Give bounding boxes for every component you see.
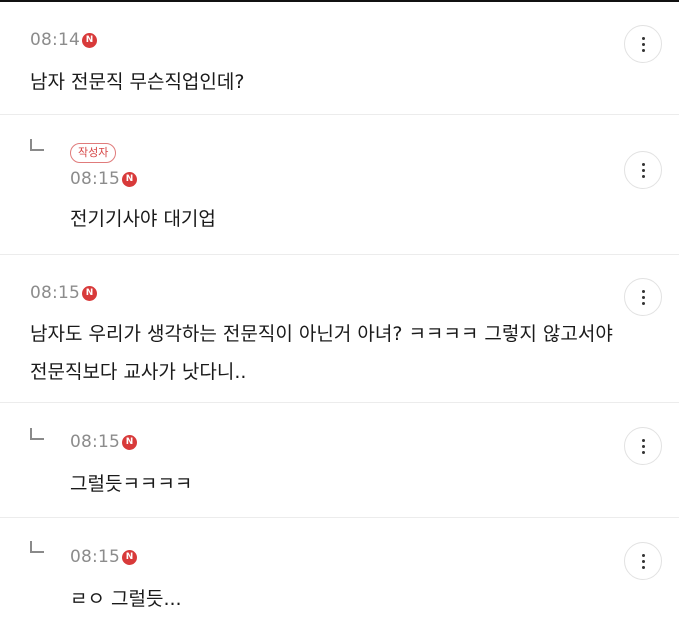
comment-timestamp: 08:14 [30, 30, 80, 50]
more-options-button[interactable] [624, 25, 662, 63]
comment-list: 08:14 N 남자 전문직 무슨직업인데? 작성자 08:15 N 전기기사야… [0, 2, 679, 618]
naver-badge-icon: N [122, 549, 137, 565]
more-dots-icon [641, 174, 645, 178]
comment-meta: 08:15 N [30, 281, 679, 305]
comment-text: 남자 전문직 무슨직업인데? [30, 71, 245, 93]
comment-meta: 08:15 N [70, 430, 679, 454]
more-dots-icon [641, 48, 645, 52]
comment-text: 그럴듯ㅋㅋㅋㅋ [70, 473, 193, 495]
naver-badge-icon: N [82, 32, 97, 48]
comment-timestamp: 08:15 [70, 169, 120, 189]
more-dots-icon [641, 438, 645, 442]
comment-text: 남자도 우리가 생각하는 전문직이 아닌거 아녀? ㅋㅋㅋㅋ 그렇지 않고서야 … [30, 323, 613, 383]
more-dots-icon [641, 553, 645, 557]
more-dots-icon [641, 36, 645, 40]
comment-meta: 08:15 N [70, 545, 679, 569]
comment-meta: 08:14 N [30, 28, 679, 52]
author-badge: 작성자 [70, 143, 117, 163]
more-dots-icon [641, 450, 645, 454]
comment-item: 08:15 N 남자도 우리가 생각하는 전문직이 아닌거 아녀? ㅋㅋㅋㅋ 그… [0, 255, 679, 403]
more-dots-icon [641, 565, 645, 569]
comment-timestamp: 08:15 [30, 283, 80, 303]
naver-badge-icon: N [82, 285, 97, 301]
more-options-button[interactable] [624, 278, 662, 316]
more-dots-icon [641, 168, 645, 172]
comment-item: 08:14 N 남자 전문직 무슨직업인데? [0, 2, 679, 115]
more-dots-icon [641, 42, 645, 46]
comment-timestamp: 08:15 [70, 432, 120, 452]
reply-item: 08:15 N 그럴듯ㅋㅋㅋㅋ [0, 403, 679, 518]
more-options-button[interactable] [624, 542, 662, 580]
more-dots-icon [641, 444, 645, 448]
more-options-button[interactable] [624, 427, 662, 465]
naver-badge-icon: N [122, 434, 137, 450]
more-dots-icon [641, 295, 645, 299]
comment-meta: 08:15 N [70, 167, 679, 191]
more-dots-icon [641, 301, 645, 305]
more-dots-icon [641, 289, 645, 293]
reply-arrow-icon [30, 428, 44, 440]
reply-arrow-icon [30, 541, 44, 553]
reply-arrow-icon [30, 139, 44, 151]
more-dots-icon [641, 559, 645, 563]
reply-item: 08:15 N ㄹㅇ 그럴듯... [0, 518, 679, 618]
reply-item: 작성자 08:15 N 전기기사야 대기업 [0, 115, 679, 255]
comment-text: ㄹㅇ 그럴듯... [70, 588, 182, 610]
naver-badge-icon: N [122, 171, 137, 187]
more-dots-icon [641, 162, 645, 166]
more-options-button[interactable] [624, 151, 662, 189]
comment-text: 전기기사야 대기업 [70, 208, 216, 230]
comment-timestamp: 08:15 [70, 547, 120, 567]
